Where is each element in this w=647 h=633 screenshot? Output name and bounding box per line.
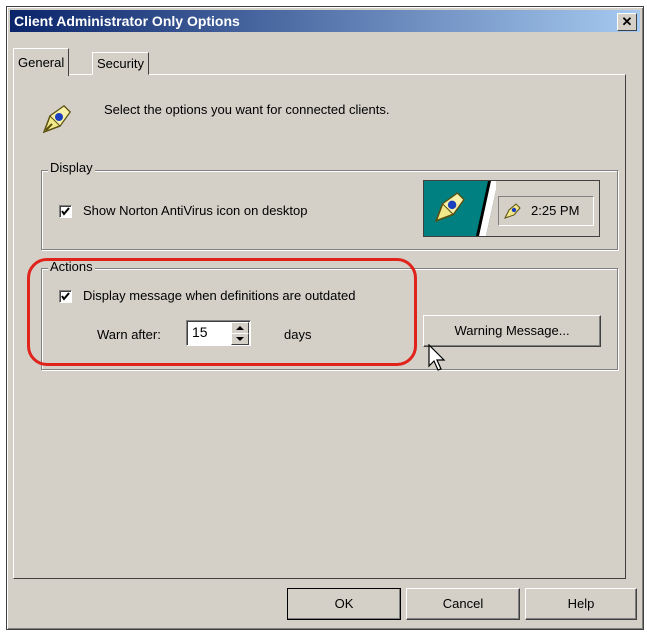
window-title: Client Administrator Only Options — [14, 13, 240, 29]
ok-button[interactable]: OK — [287, 588, 401, 620]
tab-general-label: General — [18, 55, 65, 70]
close-button[interactable]: ✕ — [617, 13, 637, 31]
title-bar[interactable]: Client Administrator Only Options ✕ — [10, 10, 640, 32]
general-tab-panel — [13, 74, 626, 579]
close-icon: ✕ — [621, 14, 633, 29]
cancel-button[interactable]: Cancel — [406, 588, 520, 620]
tab-security[interactable]: Security — [92, 52, 149, 75]
tab-security-label: Security — [97, 56, 144, 71]
help-button[interactable]: Help — [525, 588, 637, 620]
tab-general[interactable]: General — [13, 48, 70, 76]
